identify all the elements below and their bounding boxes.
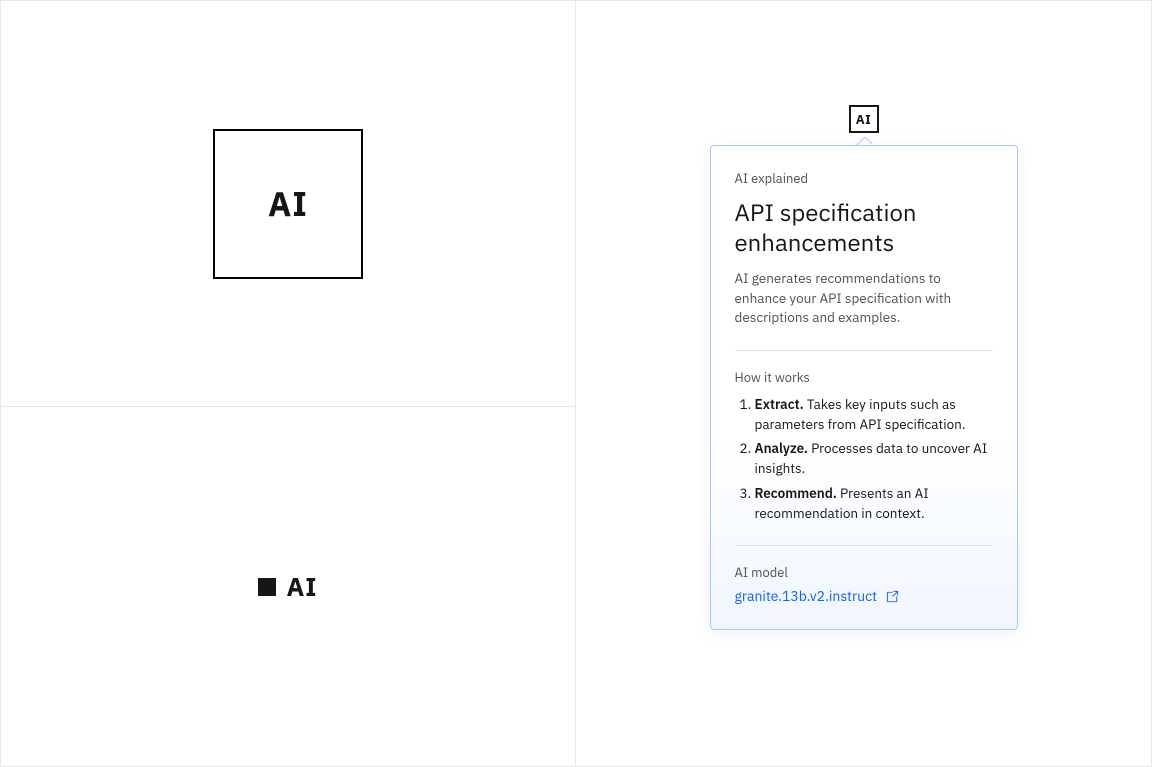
panel-tooltip: AI AI explained API specification enhanc… [576, 0, 1152, 767]
ai-label-small: AI [286, 570, 317, 604]
tooltip-popover: AI explained API specification enhanceme… [710, 145, 1018, 630]
black-square-icon [258, 578, 276, 596]
list-item: Analyze. Processes data to uncover AI in… [755, 438, 993, 479]
step-title: Analyze. [755, 439, 808, 457]
panel-ai-small: AI [1, 407, 575, 767]
ai-model-label: AI model [735, 564, 993, 581]
tooltip-title: API specification enhancements [735, 197, 993, 257]
ai-box-large: AI [213, 129, 363, 279]
ai-label-large: AI [268, 182, 308, 226]
tooltip-card: AI explained API specification enhanceme… [710, 145, 1018, 630]
tooltip-eyebrow: AI explained [735, 170, 993, 187]
ai-label-row: AI [258, 570, 317, 604]
step-title: Recommend. [755, 484, 837, 502]
tooltip-caret-icon [856, 137, 872, 145]
ai-model-name: granite.13b.v2.instruct [735, 587, 878, 605]
step-title: Extract. [755, 395, 804, 413]
how-it-works-label: How it works [735, 369, 993, 386]
how-it-works-list: Extract. Takes key inputs such as parame… [735, 394, 993, 524]
ai-trigger-button[interactable]: AI [849, 105, 879, 133]
ai-model-link[interactable]: granite.13b.v2.instruct [735, 587, 993, 605]
list-item: Extract. Takes key inputs such as parame… [755, 394, 993, 435]
panel-ai-large: AI [1, 0, 575, 407]
divider [735, 545, 993, 546]
divider [735, 350, 993, 351]
list-item: Recommend. Presents an AI recommendation… [755, 483, 993, 524]
tooltip-description: AI generates recommendations to enhance … [735, 269, 993, 328]
ai-trigger-label: AI [856, 111, 872, 128]
external-link-icon [885, 589, 900, 604]
